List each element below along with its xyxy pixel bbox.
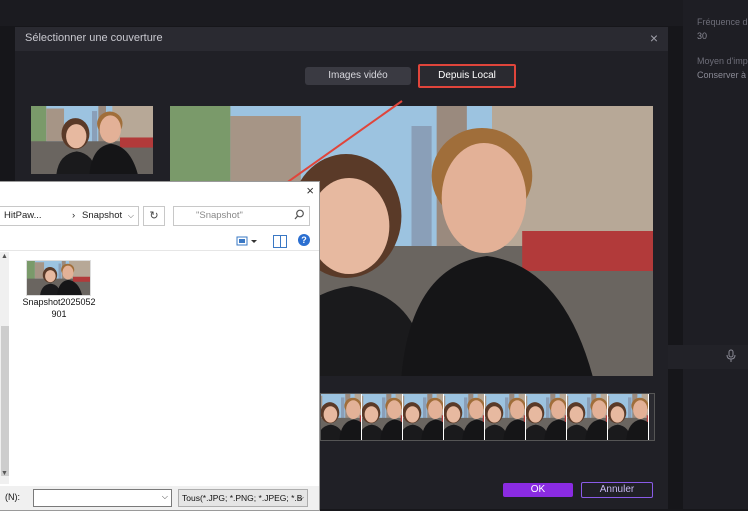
tab-from-local[interactable]: Depuis Local xyxy=(418,64,516,88)
filename-label: (N): xyxy=(5,492,20,502)
filename-field[interactable]: ⌵ xyxy=(33,489,172,507)
frame-thumb[interactable] xyxy=(403,394,444,440)
breadcrumb-item[interactable]: Snapshot xyxy=(82,207,122,225)
background-properties-panel: Fréquence d 30 Moyen d'imp Conserver à xyxy=(683,0,748,509)
file-name: Snapshot2025052901 xyxy=(22,297,96,319)
chevron-down-icon[interactable]: ⌵ xyxy=(162,492,168,502)
breadcrumb-item[interactable]: HitPaw... xyxy=(4,207,42,225)
scroll-down-icon[interactable]: ▼ xyxy=(1,470,8,477)
frame-thumb[interactable] xyxy=(321,394,362,440)
scrollbar[interactable]: ▲ ▼ xyxy=(0,252,9,484)
chevron-down-icon[interactable]: ⌵ xyxy=(128,207,134,225)
view-mode-icon[interactable] xyxy=(236,235,258,247)
search-placeholder: "Snapshot" xyxy=(196,210,243,221)
cover-thumbnail[interactable] xyxy=(31,106,153,174)
frame-strip[interactable] xyxy=(320,393,655,441)
scroll-up-icon[interactable]: ▲ xyxy=(1,253,8,260)
frame-thumb[interactable] xyxy=(444,394,485,440)
help-icon[interactable]: ? xyxy=(298,234,310,246)
import-mode-value: Conserver à xyxy=(697,70,747,80)
filetype-select[interactable]: Tous(*.JPG; *.PNG; *.JPEG; *.B ⌵ xyxy=(178,489,308,507)
frame-thumb[interactable] xyxy=(608,394,649,440)
dialog-title: Sélectionner une couverture xyxy=(25,32,163,44)
frame-thumb[interactable] xyxy=(362,394,403,440)
scrollbar-thumb[interactable] xyxy=(1,326,9,476)
address-bar[interactable]: HitPaw... › Snapshot ⌵ xyxy=(0,206,139,226)
dialog-footer: (N): ⌵ Tous(*.JPG; *.PNG; *.JPEG; *.B ⌵ xyxy=(0,486,319,510)
file-thumbnail xyxy=(26,260,91,296)
dialog-header: Sélectionner une couverture × xyxy=(15,27,668,51)
search-input[interactable]: "Snapshot" xyxy=(173,206,310,226)
background-top-bar xyxy=(0,0,748,26)
refresh-icon[interactable]: ↻ xyxy=(143,206,165,226)
tab-video-frames[interactable]: Images vidéo xyxy=(305,67,411,85)
dialog-toolbar: ? xyxy=(0,232,319,251)
search-icon xyxy=(294,209,304,220)
file-open-dialog: × HitPaw... › Snapshot ⌵ ↻ "Snapshot" ? … xyxy=(0,181,320,511)
frame-thumb[interactable] xyxy=(526,394,567,440)
frame-thumb[interactable] xyxy=(485,394,526,440)
frame-rate-value: 30 xyxy=(697,31,708,41)
breadcrumb-separator: › xyxy=(72,210,76,221)
close-icon[interactable]: × xyxy=(650,30,658,46)
file-item[interactable]: Snapshot2025052901 xyxy=(22,258,96,324)
frame-thumb[interactable] xyxy=(567,394,608,440)
frame-rate-label: Fréquence d xyxy=(697,17,748,27)
chevron-down-icon: ⌵ xyxy=(297,493,304,502)
microphone-icon[interactable] xyxy=(725,349,739,365)
filetype-value: Tous(*.JPG; *.PNG; *.JPEG; *.B xyxy=(182,493,303,503)
preview-pane-icon[interactable] xyxy=(273,235,287,248)
cancel-button[interactable]: Annuler xyxy=(581,482,653,498)
close-icon[interactable]: × xyxy=(306,183,314,198)
ok-button[interactable]: OK xyxy=(503,483,573,497)
import-mode-label: Moyen d'imp xyxy=(697,56,748,66)
